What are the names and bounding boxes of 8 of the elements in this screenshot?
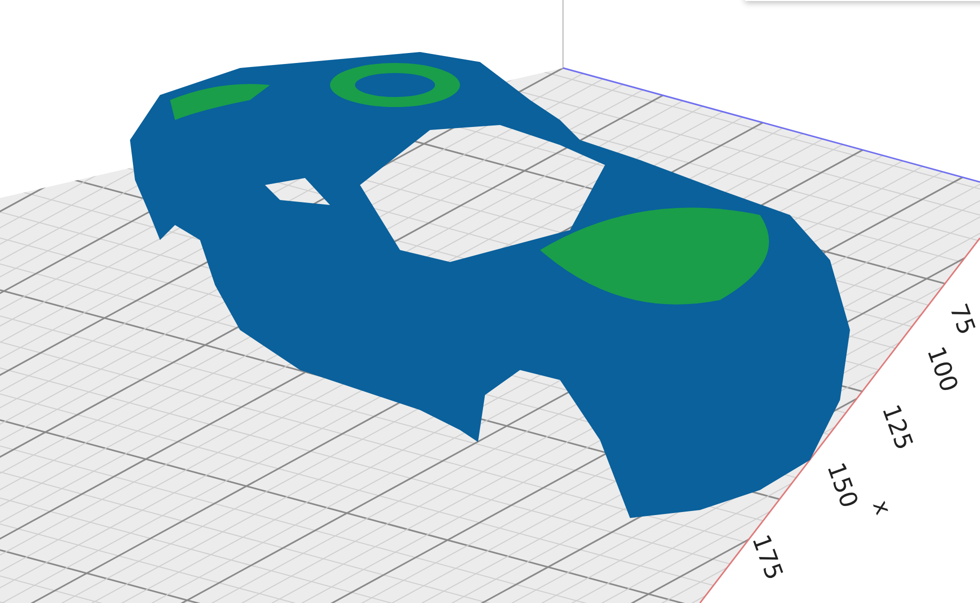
z-axis-line [562,0,564,68]
axis-tick-label: 75 [944,300,980,338]
viewport[interactable]: 75 100 125 150 x 175 [0,0,980,603]
axis-tick-label: 175 [746,530,788,584]
axis-tick-label: 100 [922,342,964,396]
axis-tick-label: 150 [822,458,864,512]
axis-tick-label: 125 [876,400,918,454]
axis-name-label: x [867,497,896,518]
